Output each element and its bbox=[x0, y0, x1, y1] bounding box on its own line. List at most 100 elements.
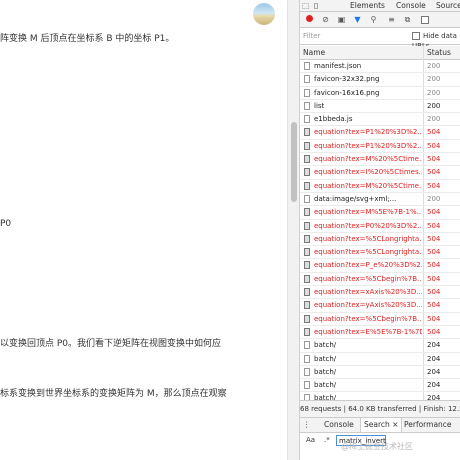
request-row[interactable]: equation?tex=P1%20%3D%2... 504 bbox=[300, 126, 460, 140]
filter-input[interactable]: Filter bbox=[303, 31, 403, 41]
request-row[interactable]: equation?tex=I%20%5Ctimes... 504 bbox=[300, 166, 460, 180]
network-summary: 68 requests | 64.0 KB transferred | Fini… bbox=[300, 400, 460, 418]
network-table-header: Name Status bbox=[300, 46, 460, 60]
request-name: equation?tex=I%20%5Ctimes... bbox=[314, 168, 422, 177]
request-row[interactable]: equation?tex=%5Cbegin%7B... 504 bbox=[300, 313, 460, 326]
tab-sources[interactable]: Sources bbox=[436, 0, 460, 11]
filter-icon[interactable]: ▼ bbox=[353, 15, 362, 24]
request-row[interactable]: equation?tex=M%20%5Ctime... 504 bbox=[300, 153, 460, 167]
drawer-tabbar: ⋮ Console Search × Performance mo bbox=[300, 418, 460, 443]
article-topbar bbox=[0, 0, 287, 30]
request-row[interactable]: equation?tex=%5CLongrighta... 504 bbox=[300, 233, 460, 247]
request-row[interactable]: batch/204 bbox=[300, 392, 460, 400]
request-status: 504 bbox=[427, 261, 441, 270]
request-row[interactable]: equation?tex=%5Cbegin%7B... 504 bbox=[300, 273, 460, 287]
drawer-tab-console[interactable]: Console bbox=[324, 418, 354, 432]
request-status: 200 bbox=[427, 115, 441, 124]
article-text-line: 标系变换到世界坐标系的变换矩阵为 M，那么顶点在观察 bbox=[0, 389, 227, 399]
drawer-tab-search-label: Search bbox=[364, 420, 390, 429]
request-status: 204 bbox=[427, 341, 441, 350]
request-row[interactable]: favicon-32x32.png 200 bbox=[300, 73, 460, 87]
request-name: equation?tex=xAxis%20%3D... bbox=[314, 288, 422, 297]
request-row[interactable]: batch/204 bbox=[300, 379, 460, 393]
request-name: equation?tex=%5CLongrighta... bbox=[314, 248, 422, 257]
device-icon[interactable]: ▯ bbox=[314, 0, 318, 11]
clear-icon[interactable]: ⊘ bbox=[321, 15, 330, 24]
request-row[interactable]: manifest.json 200 bbox=[300, 60, 460, 74]
network-request-list: manifest.json 200 favicon-32x32.png 200 favi… bbox=[300, 60, 460, 400]
drawer-tab-performance[interactable]: Performance mo bbox=[404, 418, 460, 443]
request-status: 504 bbox=[427, 181, 441, 190]
request-row[interactable]: equation?tex=xAxis%20%3D... 504 bbox=[300, 286, 460, 300]
page-scrollbar[interactable] bbox=[287, 0, 299, 460]
file-icon bbox=[304, 128, 310, 137]
request-row[interactable]: data:image/svg+xml;... 200 bbox=[300, 193, 460, 207]
avatar[interactable] bbox=[253, 3, 275, 25]
request-status: 200 bbox=[427, 75, 441, 84]
request-name: equation?tex=P1%20%3D%2... bbox=[314, 128, 422, 137]
match-case-toggle[interactable]: Aa bbox=[306, 436, 315, 444]
group-icon[interactable]: ⧉ bbox=[403, 15, 412, 24]
request-status: 200 bbox=[427, 101, 441, 110]
request-row[interactable]: equation?tex=P_e%20%3D%2... 504 bbox=[300, 259, 460, 273]
article-text-line: 以变换回顶点 P0。我们看下逆矩阵在视图变换中如何应 bbox=[0, 339, 222, 349]
network-toolbar: ⊘ ▣ ▼ ⚲ ≡ ⧉ bbox=[300, 12, 460, 28]
request-status: 504 bbox=[427, 248, 441, 257]
request-row[interactable]: equation?tex=M%20%5Ctime... 504 bbox=[300, 180, 460, 193]
file-icon bbox=[304, 181, 310, 190]
inspect-icon[interactable]: ⬚ bbox=[302, 0, 309, 11]
drawer-tab-search[interactable]: Search × bbox=[360, 418, 403, 432]
request-status: 504 bbox=[427, 208, 441, 217]
request-row[interactable]: equation?tex=P0%20%3D%2... 504 bbox=[300, 220, 460, 233]
watermark: @稀土掘金技术社区 bbox=[341, 442, 413, 451]
request-name: equation?tex=P0%20%3D%2... bbox=[314, 221, 422, 230]
request-row[interactable]: equation?tex=P1%20%3D%2... 504 bbox=[300, 140, 460, 154]
request-name: batch/ bbox=[314, 341, 337, 350]
file-icon bbox=[304, 155, 310, 164]
request-name: batch/ bbox=[314, 367, 337, 376]
request-status: 504 bbox=[427, 141, 441, 150]
request-name: e1bbeda.js bbox=[314, 115, 353, 124]
request-row[interactable]: equation?tex=M%5E%7B-1%... 504 bbox=[300, 206, 460, 220]
tab-elements[interactable]: Elements bbox=[350, 0, 385, 11]
request-name: batch/ bbox=[314, 394, 337, 400]
request-row[interactable]: favicon-16x16.png 200 bbox=[300, 87, 460, 100]
request-name: equation?tex=%5Cbegin%7B... bbox=[314, 274, 422, 283]
regex-toggle[interactable]: .* bbox=[324, 436, 330, 444]
file-icon bbox=[304, 115, 310, 124]
search-icon[interactable]: ⚲ bbox=[369, 15, 378, 24]
file-icon bbox=[304, 381, 310, 390]
request-name: equation?tex=P_e%20%3D%2... bbox=[314, 261, 422, 270]
devtools-panel: ⬚ ▯ Elements Console Sources ⊘ ▣ ▼ ⚲ ≡ ⧉… bbox=[299, 0, 460, 460]
request-row[interactable]: equation?tex=yAxis%20%3D... 504 bbox=[300, 299, 460, 313]
file-icon bbox=[304, 367, 310, 376]
column-name[interactable]: Name bbox=[303, 47, 325, 58]
file-icon bbox=[304, 314, 310, 323]
request-status: 204 bbox=[427, 367, 441, 376]
file-icon bbox=[304, 341, 310, 350]
request-row[interactable]: equation?tex=%5CLongrighta... 504 bbox=[300, 246, 460, 260]
tab-console[interactable]: Console bbox=[396, 0, 426, 11]
scrollbar-thumb[interactable] bbox=[291, 122, 297, 202]
record-icon[interactable] bbox=[305, 15, 314, 24]
request-status: 200 bbox=[427, 194, 441, 203]
request-row[interactable]: list 200 bbox=[300, 100, 460, 114]
request-status: 204 bbox=[427, 354, 441, 363]
request-name: equation?tex=M%5E%7B-1%... bbox=[314, 208, 422, 217]
request-row[interactable]: e1bbeda.js 200 bbox=[300, 113, 460, 127]
column-status[interactable]: Status bbox=[427, 47, 451, 58]
close-icon[interactable]: × bbox=[392, 420, 398, 429]
request-status: 200 bbox=[427, 88, 441, 97]
request-status: 504 bbox=[427, 234, 441, 243]
file-icon bbox=[304, 221, 310, 230]
view-icon[interactable]: ≡ bbox=[387, 15, 396, 24]
request-row[interactable]: batch/204 bbox=[300, 353, 460, 366]
request-name: batch/ bbox=[314, 354, 337, 363]
request-row[interactable]: equation?tex=E%5E%7B-1%7D 504 bbox=[300, 326, 460, 340]
camera-icon[interactable]: ▣ bbox=[337, 15, 346, 24]
preserve-log-checkbox[interactable] bbox=[421, 15, 430, 24]
drawer-menu-icon[interactable]: ⋮ bbox=[303, 418, 311, 432]
request-row[interactable]: batch/204 bbox=[300, 366, 460, 380]
request-row[interactable]: batch/204 bbox=[300, 339, 460, 353]
file-icon bbox=[304, 101, 310, 110]
